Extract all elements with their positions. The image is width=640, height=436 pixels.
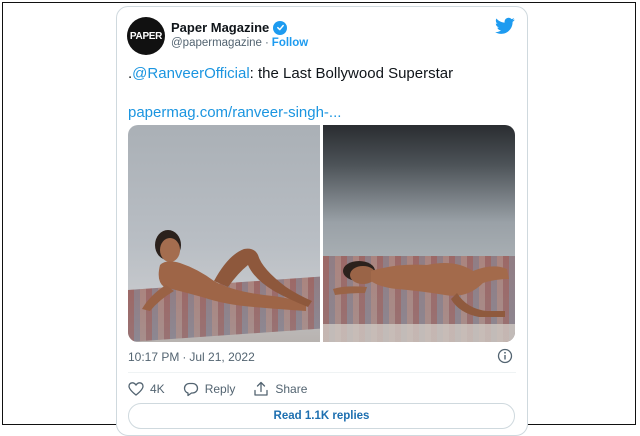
tweet-text: .@RanveerOfficial: the Last Bollywood Su… [128,65,453,82]
media-grid [128,125,515,342]
handle-separator: · [264,37,269,49]
floor-strip [323,324,515,342]
like-count: 4K [150,382,165,396]
divider [128,372,516,373]
avatar[interactable]: PAPER [127,17,165,55]
action-bar: 4K Reply Share [128,381,307,397]
handle[interactable]: @papermagazine [171,37,262,49]
read-replies-button[interactable]: Read 1.1K replies [128,403,515,429]
timestamp[interactable]: 10:17 PM · Jul 21, 2022 [128,350,255,364]
tweet-text-rest: : the Last Bollywood Superstar [249,65,454,82]
photo-right[interactable] [323,125,515,342]
reply-button[interactable]: Reply [183,381,236,397]
like-button[interactable]: 4K [128,381,165,397]
photo-left[interactable] [128,125,320,342]
time-separator: · [182,350,187,364]
share-button[interactable]: Share [253,381,307,397]
reclining-figure-left [142,230,312,311]
tweet-time: 10:17 PM [128,350,180,364]
avatar-text: PAPER [129,30,163,42]
heart-icon [128,382,144,396]
verified-badge-icon [273,20,288,35]
reply-icon [183,382,198,397]
lying-figure-right [333,261,509,317]
mention-link[interactable]: @RanveerOfficial [132,65,250,82]
tweet-date: Jul 21, 2022 [189,350,255,364]
display-name[interactable]: Paper Magazine [171,20,269,35]
share-label: Share [275,382,308,396]
handle-row: @papermagazine · Follow [171,37,308,49]
info-icon[interactable] [497,348,513,364]
name-row: Paper Magazine [171,20,288,35]
article-link[interactable]: papermag.com/ranveer-singh-... [128,104,341,121]
reply-label: Reply [204,382,236,396]
tweet-card[interactable]: PAPER Paper Magazine @papermagazine · Fo… [116,6,528,436]
follow-button[interactable]: Follow [272,37,308,49]
twitter-bird-icon[interactable] [495,17,515,35]
share-icon [254,381,269,396]
